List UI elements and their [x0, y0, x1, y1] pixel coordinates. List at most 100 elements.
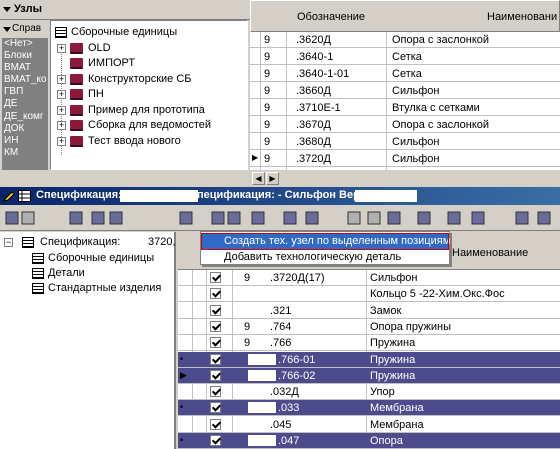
spec-row[interactable]: 9 .3720Д(17) Сильфон	[178, 270, 560, 286]
table-row[interactable]: 9 .3640-1-01 Сетка	[250, 66, 560, 82]
toolbar-cut-icon[interactable]	[346, 210, 362, 226]
spec-row[interactable]: .045 Мембрана	[178, 417, 560, 433]
spec-row[interactable]: 9 .764 Опора пружины	[178, 319, 560, 335]
tree-node[interactable]: + Конструкторские СБ	[51, 72, 247, 88]
scroll-right-icon[interactable]: ▶	[266, 172, 279, 185]
reference-list-item[interactable]: ИН	[4, 135, 48, 147]
expand-plus-icon[interactable]: +	[57, 121, 66, 130]
top-items-grid[interactable]: Обозначение Наименовани 9 .3620Д Опора с з…	[250, 0, 560, 170]
tree-node-label: Конструкторские СБ	[88, 72, 192, 85]
tree-node[interactable]: + Тест ввода нового	[51, 134, 247, 150]
spec-row[interactable]: • .033 Мембрана	[178, 400, 560, 417]
checkbox[interactable]	[210, 418, 221, 430]
toolbar-filter-icon[interactable]	[90, 210, 106, 226]
header-name[interactable]: Наименовани	[487, 11, 557, 23]
cell-code: 9	[264, 68, 271, 80]
table-row[interactable]: 9 .3660Д Сильфон	[250, 83, 560, 99]
toolbar-grid-view-icon[interactable]	[68, 210, 84, 226]
checkbox[interactable]	[210, 272, 221, 283]
toolbar-sort-icon[interactable]	[250, 210, 266, 226]
spec-row[interactable]: • .766-01 Пружина	[178, 351, 560, 368]
reference-header[interactable]: Справ	[0, 20, 48, 37]
expand-plus-icon[interactable]: +	[57, 74, 66, 84]
table-row[interactable]: 9 .3680Д Сильфон	[250, 134, 560, 150]
spec-row[interactable]: .032Д Упор	[178, 384, 560, 401]
spec-row[interactable]: ▶ .766-02 Пружина	[178, 367, 560, 384]
spec-row[interactable]: 9 .766 Пружина	[178, 335, 560, 352]
toolbar-dropdown-icon[interactable]	[226, 210, 242, 226]
collapse-minus-icon[interactable]: −	[4, 238, 13, 247]
reference-list-item[interactable]: ВМАТ	[4, 62, 48, 74]
checkbox[interactable]	[210, 288, 221, 300]
reference-list-item[interactable]: КМ	[4, 147, 48, 159]
tree-node-label: OLD	[88, 41, 111, 54]
toolbar-copy-icon[interactable]	[366, 210, 382, 226]
tree-node[interactable]: + Пример для прототипа	[51, 103, 247, 119]
assembly-tree[interactable]: Сборочные единицы + OLD ИМПОРТ + Конструкторс…	[50, 20, 248, 170]
tree-node[interactable]: + Сборка для ведомостей	[51, 118, 247, 134]
table-row[interactable]: 9 .3640-1 Сетка	[250, 49, 560, 65]
reference-list-item[interactable]: ДЕ_комг	[4, 111, 48, 123]
expand-plus-icon[interactable]: +	[57, 136, 66, 146]
middle-scrollbar[interactable]: ◀ ▶	[0, 170, 560, 186]
toolbar-book-save-icon[interactable]	[514, 210, 530, 226]
cell-name: Мембрана	[370, 418, 424, 431]
checkbox[interactable]	[210, 304, 221, 316]
tree-node[interactable]: ИМПОРТ	[51, 56, 247, 72]
checkbox[interactable]	[210, 435, 221, 446]
cell-designation: .3620Д	[296, 34, 331, 46]
toolbar-new-gray-icon[interactable]	[20, 210, 36, 226]
toolbar-spec-icon[interactable]	[446, 210, 462, 226]
cell-name: Сильфон	[392, 85, 440, 97]
toolbar-binoculars-icon[interactable]	[282, 210, 298, 226]
checkbox[interactable]	[210, 386, 221, 398]
tree-node[interactable]: Сборочные единицы	[51, 25, 247, 41]
spec-tree-root[interactable]: − Спецификация: 3720,	[0, 235, 176, 251]
toolbar-play-icon[interactable]	[210, 210, 226, 226]
toolbar-table-icon[interactable]	[416, 210, 432, 226]
checkbox[interactable]	[210, 320, 221, 332]
spec-row[interactable]: .321 Замок	[178, 303, 560, 319]
header-name[interactable]: Наименование	[452, 247, 528, 259]
menu-item-add-tech-part[interactable]: Добавить технологическую деталь	[202, 250, 448, 265]
spec-tree[interactable]: − Спецификация: 3720, Сборочные единицы Дета…	[0, 232, 176, 449]
reference-list-item[interactable]: ВМАТ_ко	[4, 74, 48, 86]
header-designation[interactable]: Обозначение	[297, 11, 365, 23]
reference-list-item[interactable]: ДОК	[4, 123, 48, 135]
toolbar-paste-icon[interactable]	[386, 210, 402, 226]
table-row[interactable]: 9 .3620Д Опора с заслонкой	[250, 32, 560, 48]
toolbar-tools-icon[interactable]	[304, 210, 320, 226]
toolbar-new-icon[interactable]	[4, 210, 20, 226]
checkbox[interactable]	[210, 402, 221, 414]
reference-list-item[interactable]: <Нет>	[4, 38, 48, 50]
reference-list-item[interactable]: Блоки	[4, 50, 48, 62]
spec-row[interactable]: Кольцо 5 -22-Хим.Окс.Фос	[178, 286, 560, 303]
expand-plus-icon[interactable]: +	[57, 105, 66, 115]
scroll-left-icon[interactable]: ◀	[252, 172, 265, 185]
collapse-triangle-icon[interactable]	[3, 7, 11, 12]
reference-list-item[interactable]: ДЕ	[4, 98, 48, 110]
table-row[interactable]: 9 .3670Д Опора с заслонкой	[250, 117, 560, 133]
menu-item-create-tech-node[interactable]: Создать тех. узел по выделенным позициям	[201, 233, 450, 250]
toolbar-arrow-icon[interactable]	[536, 210, 552, 226]
spec-tree-node[interactable]: Сборочные единицы	[0, 251, 176, 267]
checkbox[interactable]	[210, 369, 221, 381]
toolbar-printer-icon[interactable]	[178, 210, 194, 226]
expand-plus-icon[interactable]: +	[57, 90, 66, 99]
reference-list-item[interactable]: ГВП	[4, 86, 48, 98]
checkbox[interactable]	[210, 353, 221, 365]
tree-node[interactable]: + ПН	[51, 87, 247, 103]
table-row[interactable]: 9 .3710Е-1 Втулка с сетками	[250, 100, 560, 116]
checkbox[interactable]	[210, 337, 221, 349]
expand-plus-icon[interactable]: +	[57, 43, 66, 53]
grid-icon	[32, 253, 44, 264]
spec-tree-node[interactable]: Детали	[0, 266, 176, 282]
dropdown-triangle-icon[interactable]	[3, 27, 11, 32]
reference-list[interactable]: <Нет> Блоки ВМАТ ВМАТ_ко ГВП ДЕ ДЕ_комг ДОК ИН КМ	[2, 38, 48, 170]
spec-tree-node[interactable]: Стандартные изделия	[0, 281, 176, 297]
toolbar-doc-icon[interactable]	[108, 210, 124, 226]
tree-node[interactable]: + OLD	[51, 41, 247, 57]
table-row[interactable]: ▶ 9 .3720Д Сильфон	[250, 151, 560, 167]
spec-row[interactable]: • .047 Опора	[178, 433, 560, 449]
toolbar-export-icon[interactable]	[470, 210, 486, 226]
